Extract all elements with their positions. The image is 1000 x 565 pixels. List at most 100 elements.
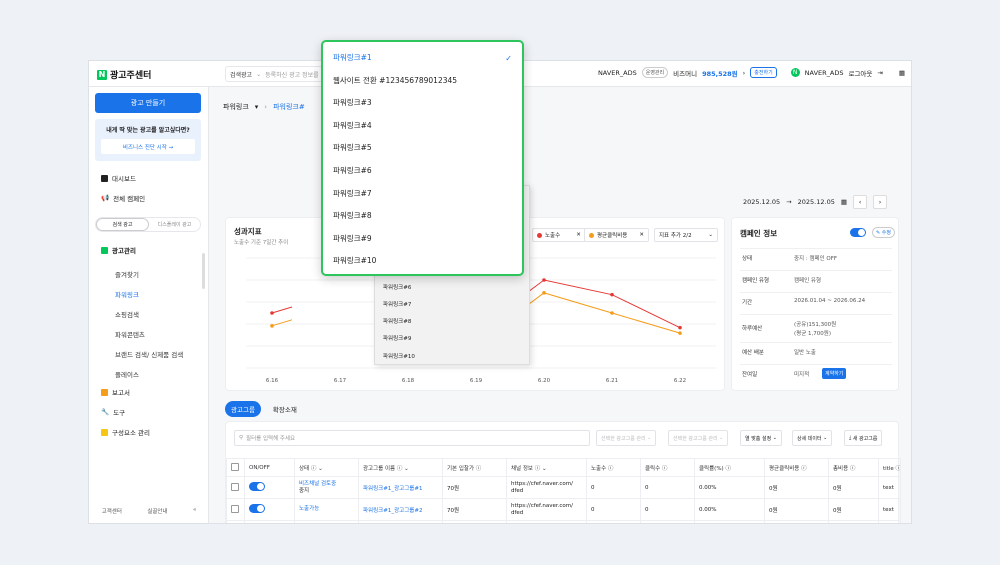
logout-button[interactable]: 로그아웃 (848, 68, 872, 78)
logout-icon[interactable]: ⇥ (877, 69, 882, 77)
new-adgroup-button[interactable]: ⤓ 새 광고그룹 (844, 430, 883, 446)
dropdown-item[interactable]: 파워링크#5 (333, 142, 513, 153)
info-row-daily-budget: 하루예산 (공유)151,300원 (평균 1,700원) (740, 314, 892, 342)
col-impressions[interactable]: 노출수 ⓘ (586, 458, 641, 477)
nav-report[interactable]: 보고서 (101, 387, 130, 397)
tab-display-ad[interactable]: 디스플레이 광고 (149, 218, 200, 231)
dropdown-item[interactable]: 파워링크#1 (333, 52, 513, 63)
row-toggle[interactable] (249, 482, 265, 491)
data-point[interactable] (610, 292, 614, 297)
table-row[interactable]: 비즈채널 검토중 중지 파워링크#1_광고그룹#1 70원 https://cfef.n… (226, 476, 901, 499)
guide-link[interactable]: 실골안내 (147, 507, 167, 515)
row-toggle[interactable] (249, 504, 265, 513)
nav-tools[interactable]: 🔧 도구 (101, 407, 125, 417)
dropdown-item[interactable]: 파워링크#6 (333, 165, 513, 176)
account-badge[interactable]: 운영관리 (641, 67, 669, 78)
data-point[interactable] (678, 325, 682, 330)
sidebar-item-brand-search[interactable]: 브랜드 검색/ 신제품 검색 (115, 349, 183, 359)
data-point[interactable] (270, 311, 274, 315)
select-all-checkbox[interactable] (231, 462, 239, 471)
detail-data-button[interactable]: 상세 데이터 ⌄ (792, 430, 833, 446)
table-row[interactable]: 노출가능 파워링크#1_광고그룹#2 70원 https://cfef.naver.c… (226, 498, 901, 521)
col-bid[interactable]: 기본 입찰가 ⓘ (442, 458, 507, 477)
sidebar-item-powercontents[interactable]: 파워콘텐츠 (115, 329, 145, 339)
table-row[interactable]: 노출가능파워링크#1_광고그룹#370원https://cfef.naver.c… (226, 520, 901, 523)
col-channel[interactable]: 채널 정보 ⓘ ⌄ (506, 458, 587, 477)
nav-tools-label: 도구 (113, 409, 126, 417)
dropdown-item[interactable]: 파워링크#3 (333, 97, 513, 108)
dropdown-item[interactable]: 파워링크#7 (333, 188, 513, 199)
dropdown-item[interactable]: 웹사이트 전환 #123456789012345 (333, 75, 513, 86)
data-point[interactable] (678, 331, 682, 335)
col-clicks[interactable]: 클릭수 ⓘ (640, 458, 695, 477)
row-adgroup-name[interactable]: 파워링크#1_광고그룹#1 (363, 486, 422, 492)
global-search[interactable]: 검색광고 ⌄ 등록하신 광고 정보를 (225, 66, 325, 82)
col-title[interactable]: title ⓘ (878, 458, 901, 477)
logo[interactable]: N 광고주센터 (97, 68, 151, 81)
prev-date-button[interactable]: ‹ (853, 195, 867, 209)
x-tick-label: 6.17 (333, 378, 347, 384)
sidebar-item-place[interactable]: 플레이스 (115, 369, 139, 379)
nav-components[interactable]: 구성요소 관리 (101, 427, 150, 437)
report-icon (101, 388, 108, 396)
bizmoney-value[interactable]: 985,528원 (702, 68, 738, 78)
data-point[interactable] (542, 291, 546, 295)
nav-ad-manage[interactable]: 광고관리 (101, 245, 136, 255)
start-date[interactable]: 2025.12.05 (743, 198, 780, 206)
manage-selected-button-2[interactable]: 선택한 광고그룹 관리 ⌄ (668, 430, 729, 446)
next-date-button[interactable]: › (873, 195, 887, 209)
contract-button[interactable]: 계약하기 (822, 368, 847, 379)
col-name[interactable]: 광고그룹 이름 ⓘ ⌄ (358, 458, 443, 477)
dropdown-item[interactable]: 파워링크#4 (333, 120, 513, 131)
sidebar-scrollbar[interactable] (202, 253, 205, 289)
business-diagnosis-button[interactable]: 비즈니스 진단 시작 → (101, 139, 195, 154)
sidebar-item-shopping[interactable]: 쇼핑검색 (115, 309, 139, 319)
calendar-icon[interactable]: ▦ (841, 198, 847, 206)
tab-adgroup[interactable]: 광고그룹 (225, 401, 261, 417)
charge-button[interactable]: 충전하기 (750, 67, 777, 78)
col-cost[interactable]: 총비용 ⓘ (828, 458, 879, 477)
col-avg-cpc[interactable]: 평균클릭비용 ⓘ (764, 458, 829, 477)
dropdown-item[interactable]: 파워링크#8 (333, 210, 513, 221)
info-value: 중지 : 캠페인 OFF (794, 256, 838, 262)
end-date[interactable]: 2025.12.05 (798, 198, 835, 206)
dropdown-item[interactable]: 파워링크#9 (333, 233, 513, 244)
grid-menu-icon[interactable]: ▦ (899, 69, 905, 77)
sidebar-item-powerlink[interactable]: 파워링크 (115, 289, 139, 299)
dropdown-item[interactable]: 파워링크#10 (333, 255, 513, 266)
collapse-sidebar-button[interactable]: « (193, 507, 196, 515)
column-settings-button[interactable]: 열 맞춤 설정 ⌄ (740, 430, 782, 446)
data-point[interactable] (610, 311, 614, 315)
data-point[interactable] (270, 324, 274, 328)
help-center-link[interactable]: 고객센터 (102, 507, 122, 515)
button-label: 열 맞춤 설정 (745, 435, 772, 442)
search-type-select[interactable]: 검색광고 (230, 70, 252, 79)
nav-report-label: 보고서 (112, 389, 130, 397)
create-ad-button[interactable]: 광고 만들기 (95, 93, 201, 113)
col-onoff[interactable]: ON/OFF (244, 458, 295, 477)
col-status[interactable]: 상태 ⓘ ⌄ (294, 458, 359, 477)
row-channel: https://cfef.naver.com/ dfed (506, 520, 587, 523)
manage-selected-button-1[interactable]: 선택한 광고그룹 관리 ⌄ (596, 430, 657, 446)
info-row-period: 기간 2026.01.04 ~ 2026.06.24 (740, 292, 892, 314)
tab-search-ad[interactable]: 검색 광고 (96, 218, 149, 231)
breadcrumb-level2[interactable]: 파워링크# (273, 102, 305, 112)
row-checkbox[interactable] (231, 504, 239, 513)
chevron-right-icon: › (264, 103, 268, 111)
breadcrumb-level1[interactable]: 파워링크 (223, 102, 249, 112)
row-adgroup-name[interactable]: 파워링크#1_광고그룹#2 (363, 508, 422, 514)
edit-button[interactable]: ✎ 수정 (872, 227, 895, 238)
nav-all-campaigns[interactable]: 📢 전체 캠페인 (101, 193, 145, 203)
sidebar-item-favorites[interactable]: 즐겨찾기 (115, 269, 139, 279)
campaign-select-dropdown: ✓ 파워링크#1 웹사이트 전환 #123456789012345 파워링크#3 파워… (321, 40, 524, 276)
data-point[interactable] (542, 278, 546, 282)
user-name[interactable]: NAVER_ADS (805, 69, 844, 77)
nav-dashboard[interactable]: 대시보드 (101, 173, 136, 183)
caret-down-icon[interactable]: ▾ (255, 103, 259, 111)
nav-ad-manage-label: 광고관리 (112, 247, 136, 255)
filter-input[interactable]: ⚲ 필터를 입력해 주세요 (234, 430, 590, 446)
row-checkbox[interactable] (231, 482, 239, 491)
col-ctr[interactable]: 클릭률(%) ⓘ (694, 458, 765, 477)
campaign-toggle[interactable] (850, 228, 866, 237)
tab-extensions[interactable]: 확장소재 (267, 401, 303, 417)
